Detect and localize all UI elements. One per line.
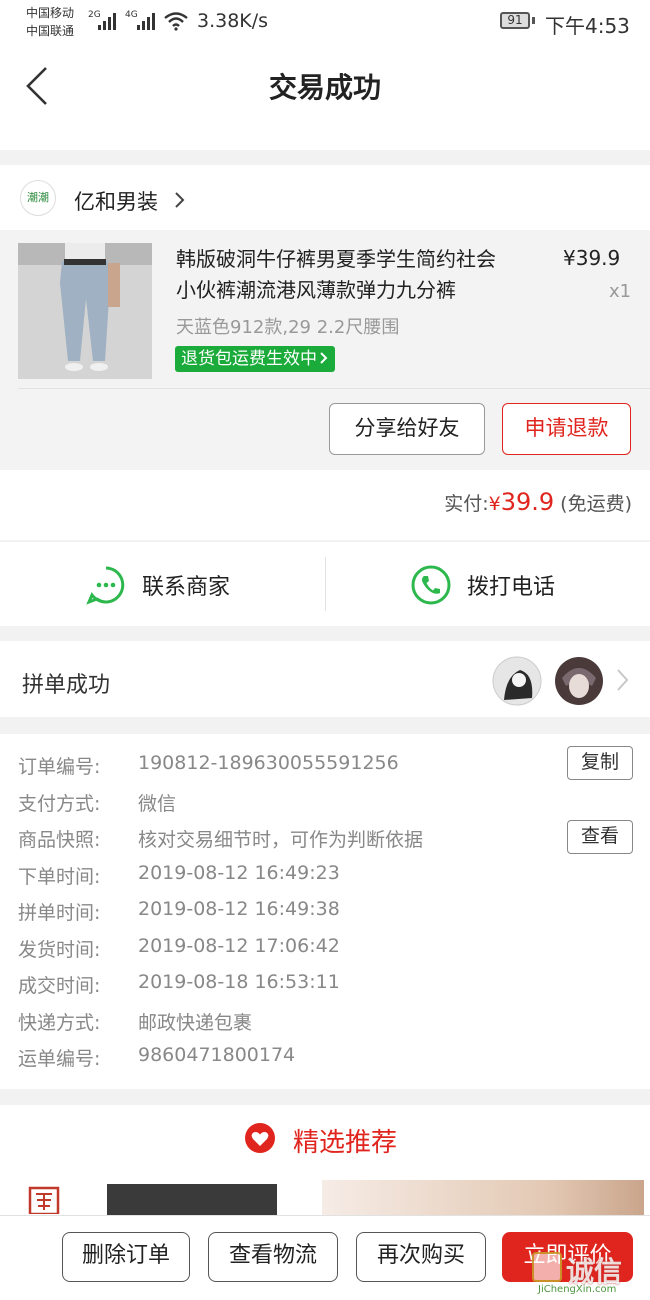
order-info-label: 支付方式: bbox=[18, 793, 101, 815]
rebuy-button[interactable]: 再次购买 bbox=[356, 1232, 486, 1282]
group-status-label: 拼单成功 bbox=[22, 673, 111, 698]
chevron-right-icon bbox=[617, 669, 629, 691]
return-shipping-badge[interactable]: 退货包运费生效中 bbox=[175, 346, 335, 372]
clock: 下午4:53 bbox=[545, 14, 630, 38]
shop-name[interactable]: 亿和男装 bbox=[74, 186, 158, 216]
signal-icon bbox=[137, 13, 155, 30]
avatar[interactable] bbox=[554, 656, 604, 706]
avatar[interactable] bbox=[492, 656, 542, 706]
recommend-product-image-2[interactable] bbox=[322, 1180, 644, 1216]
page-title: 交易成功 bbox=[268, 71, 381, 104]
order-info-value: 2019-08-12 16:49:38 bbox=[138, 898, 340, 920]
product-image[interactable] bbox=[18, 243, 152, 379]
watermark: 诚信 JiChengXin.com bbox=[532, 1252, 644, 1296]
order-info-label: 运单编号: bbox=[18, 1048, 101, 1070]
order-info-value: 微信 bbox=[138, 793, 177, 815]
recommend-product-image-1[interactable] bbox=[107, 1184, 277, 1216]
phone-icon[interactable] bbox=[410, 564, 452, 606]
battery-icon: 91 bbox=[500, 12, 530, 29]
battery-level: 91 bbox=[507, 13, 523, 27]
share-button[interactable]: 分享给好友 bbox=[329, 403, 485, 455]
wifi-icon bbox=[164, 12, 188, 31]
view-snapshot-button[interactable]: 查看 bbox=[567, 820, 633, 854]
view-logistics-button[interactable]: 查看物流 bbox=[208, 1232, 338, 1282]
shop-seal-icon bbox=[28, 1186, 60, 1214]
order-info-value: 2019-08-12 16:49:23 bbox=[138, 862, 340, 884]
order-info-value: 2019-08-12 17:06:42 bbox=[138, 935, 340, 957]
shipping-note: (免运费) bbox=[560, 493, 632, 515]
call-phone-button[interactable]: 拨打电话 bbox=[467, 569, 555, 601]
order-info-label: 订单编号: bbox=[18, 756, 101, 778]
order-info-value: 2019-08-18 16:53:11 bbox=[138, 971, 340, 993]
copy-order-button[interactable]: 复制 bbox=[567, 746, 633, 780]
order-info-label: 商品快照: bbox=[18, 829, 101, 851]
carrier-info: 中国移动 中国联通 bbox=[26, 4, 74, 40]
carrier-1: 中国移动 bbox=[26, 6, 75, 20]
order-info-value: 190812-189630055591256 bbox=[138, 752, 399, 774]
signal-icon bbox=[98, 13, 116, 30]
divider bbox=[325, 557, 326, 611]
shop-logo: 潮潮 bbox=[20, 180, 56, 216]
payment-label: 实付: bbox=[444, 493, 489, 515]
product-spec: 天蓝色912款,29 2.2尺腰围 bbox=[176, 317, 400, 338]
order-info-value: 核对交易细节时，可作为判断依据 bbox=[138, 829, 424, 851]
network-speed: 3.38K/s bbox=[197, 10, 269, 32]
order-info-label: 下单时间: bbox=[18, 866, 101, 888]
watermark-url: JiChengXin.com bbox=[538, 1284, 617, 1295]
product-title-line1: 韩版破洞牛仔裤男夏季学生简约社会 bbox=[176, 247, 496, 271]
battery-tip bbox=[532, 17, 535, 24]
delete-order-button[interactable]: 删除订单 bbox=[62, 1232, 190, 1282]
watermark-logo-icon bbox=[532, 1252, 562, 1282]
product-title[interactable]: 韩版破洞牛仔裤男夏季学生简约社会 小伙裤潮流港风薄款弹力九分裤 bbox=[176, 244, 546, 306]
shop-logo-text: 潮潮 bbox=[27, 191, 49, 204]
divider bbox=[18, 388, 650, 389]
payment-currency: ¥ bbox=[488, 493, 501, 515]
contact-merchant-button[interactable]: 联系商家 bbox=[142, 569, 230, 601]
order-info-value: 邮政快递包裹 bbox=[138, 1012, 253, 1034]
order-info-label: 拼单时间: bbox=[18, 902, 101, 924]
badge-text: 退货包运费生效中 bbox=[181, 349, 317, 369]
heart-icon bbox=[245, 1123, 275, 1153]
order-info-label: 成交时间: bbox=[18, 975, 101, 997]
carrier-2: 中国联通 bbox=[26, 24, 75, 38]
order-info-label: 快递方式: bbox=[18, 1012, 101, 1034]
order-info-label: 发货时间: bbox=[18, 939, 101, 961]
payment-amount: 39.9 bbox=[500, 488, 555, 516]
product-price: ¥39.9 bbox=[563, 246, 621, 270]
recommend-title: 精选推荐 bbox=[293, 1128, 398, 1158]
order-info-value: 9860471800174 bbox=[138, 1044, 296, 1066]
product-quantity: x1 bbox=[609, 281, 632, 302]
product-title-line2: 小伙裤潮流港风薄款弹力九分裤 bbox=[176, 278, 456, 302]
network-type-2: 4G bbox=[125, 10, 138, 20]
chevron-right-icon bbox=[175, 192, 185, 208]
refund-button[interactable]: 申请退款 bbox=[502, 403, 631, 455]
chevron-right-icon bbox=[320, 352, 328, 364]
chat-bubble-icon[interactable] bbox=[85, 564, 127, 606]
payment-summary: 实付:¥39.9 (免运费) bbox=[444, 488, 632, 516]
